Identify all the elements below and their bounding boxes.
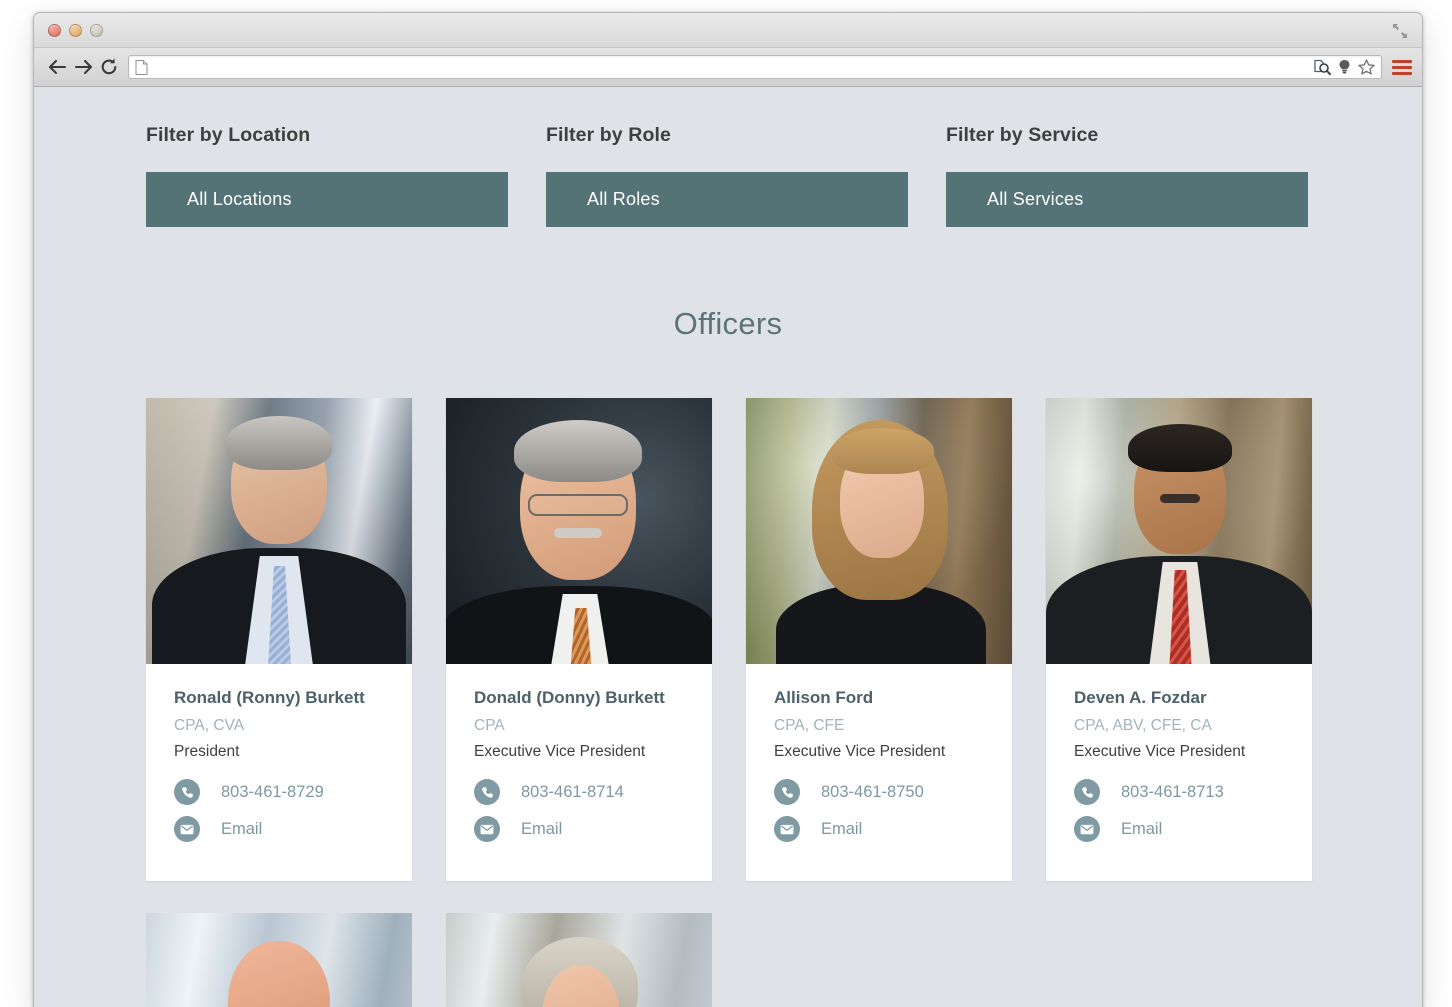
close-window-button[interactable] xyxy=(48,24,61,37)
officer-phone[interactable]: 803-461-8714 xyxy=(521,783,624,802)
desktop-backdrop: Filter by Location All Locations Filter … xyxy=(0,0,1452,1007)
page-title: Officers xyxy=(673,306,783,341)
officer-photo xyxy=(146,398,412,664)
officer-card-grid-next-row xyxy=(34,913,1422,1007)
officer-phone-row[interactable]: 803-461-8750 xyxy=(774,779,984,806)
officer-email-link[interactable]: Email xyxy=(521,820,562,839)
officer-email-link[interactable]: Email xyxy=(1121,820,1162,839)
officer-photo xyxy=(446,398,712,664)
filter-label-role: Filter by Role xyxy=(546,124,671,146)
hamburger-menu-icon[interactable] xyxy=(1392,56,1412,78)
zoom-window-button[interactable] xyxy=(90,24,103,37)
lightbulb-icon[interactable] xyxy=(1338,59,1351,75)
officer-photo xyxy=(746,398,1012,664)
officer-card[interactable]: Allison Ford CPA, CFE Executive Vice Pre… xyxy=(746,398,1012,882)
officer-phone-row[interactable]: 803-461-8713 xyxy=(1074,779,1284,806)
officer-title: President xyxy=(174,743,240,761)
officer-credentials: CPA, ABV, CFE, CA xyxy=(1074,716,1212,734)
officer-photo xyxy=(1046,398,1312,664)
page-content: Filter by Location All Locations Filter … xyxy=(34,87,1422,1007)
filter-label-service: Filter by Service xyxy=(946,124,1099,146)
filter-group-service: Filter by Service All Services xyxy=(946,124,1308,227)
officer-card-grid: Ronald (Ronny) Burkett CPA, CVA Presiden… xyxy=(34,342,1422,882)
officer-email-row[interactable]: Email xyxy=(474,816,684,843)
page-viewport: Filter by Location All Locations Filter … xyxy=(34,87,1422,1007)
officer-card[interactable] xyxy=(146,913,412,1007)
reload-icon[interactable] xyxy=(96,54,122,80)
officer-title: Executive Vice President xyxy=(474,743,646,761)
officer-email-row[interactable]: Email xyxy=(174,816,384,843)
officer-phone[interactable]: 803-461-8750 xyxy=(821,783,924,802)
fullscreen-resize-icon[interactable] xyxy=(1392,23,1408,39)
officer-card[interactable]: Ronald (Ronny) Burkett CPA, CVA Presiden… xyxy=(146,398,412,882)
phone-icon xyxy=(774,779,800,806)
officer-name: Ronald (Ronny) Burkett xyxy=(174,688,365,707)
url-bar[interactable] xyxy=(128,55,1382,79)
phone-icon xyxy=(174,779,200,806)
officer-name: Deven A. Fozdar xyxy=(1074,688,1207,707)
officer-email-link[interactable]: Email xyxy=(821,820,862,839)
browser-window: Filter by Location All Locations Filter … xyxy=(33,12,1423,1007)
officer-details: Donald (Donny) Burkett CPA Executive Vic… xyxy=(446,664,712,881)
officer-title: Executive Vice President xyxy=(1074,743,1246,761)
minimize-window-button[interactable] xyxy=(69,24,82,37)
officer-photo xyxy=(446,913,712,1007)
envelope-icon xyxy=(474,816,500,843)
officer-details: Ronald (Ronny) Burkett CPA, CVA Presiden… xyxy=(146,664,412,881)
officer-name: Allison Ford xyxy=(774,688,874,707)
filter-bar: Filter by Location All Locations Filter … xyxy=(34,87,1422,227)
officer-email-row[interactable]: Email xyxy=(1074,816,1284,843)
browser-toolbar xyxy=(34,48,1422,87)
page-search-icon[interactable] xyxy=(1314,59,1331,75)
filter-group-location: Filter by Location All Locations xyxy=(146,124,508,227)
window-controls xyxy=(48,24,103,37)
officer-card[interactable]: Deven A. Fozdar CPA, ABV, CFE, CA Execut… xyxy=(1046,398,1312,882)
officer-photo xyxy=(146,913,412,1007)
envelope-icon xyxy=(174,816,200,843)
envelope-icon xyxy=(1074,816,1100,843)
filter-select-role[interactable]: All Roles xyxy=(546,172,908,227)
filter-label-location: Filter by Location xyxy=(146,124,311,146)
star-bookmark-icon[interactable] xyxy=(1358,59,1375,75)
officer-phone-row[interactable]: 803-461-8714 xyxy=(474,779,684,806)
officer-email-link[interactable]: Email xyxy=(221,820,262,839)
officer-phone[interactable]: 803-461-8713 xyxy=(1121,783,1224,802)
officer-title: Executive Vice President xyxy=(774,743,946,761)
forward-arrow-icon[interactable] xyxy=(70,54,96,80)
browser-titlebar xyxy=(34,13,1422,48)
officer-phone-row[interactable]: 803-461-8729 xyxy=(174,779,384,806)
filter-select-service[interactable]: All Services xyxy=(946,172,1308,227)
officer-card[interactable]: Donald (Donny) Burkett CPA Executive Vic… xyxy=(446,398,712,882)
page-document-icon xyxy=(135,59,148,75)
officer-credentials: CPA, CVA xyxy=(174,716,245,734)
officer-name: Donald (Donny) Burkett xyxy=(474,688,665,707)
officer-phone[interactable]: 803-461-8729 xyxy=(221,783,324,802)
officer-email-row[interactable]: Email xyxy=(774,816,984,843)
filter-select-location[interactable]: All Locations xyxy=(146,172,508,227)
phone-icon xyxy=(1074,779,1100,806)
officer-credentials: CPA xyxy=(474,716,505,734)
filter-group-role: Filter by Role All Roles xyxy=(546,124,908,227)
urlbar-icons xyxy=(1314,59,1375,75)
officer-card[interactable] xyxy=(446,913,712,1007)
envelope-icon xyxy=(774,816,800,843)
officer-details: Allison Ford CPA, CFE Executive Vice Pre… xyxy=(746,664,1012,881)
back-arrow-icon[interactable] xyxy=(44,54,70,80)
officer-details: Deven A. Fozdar CPA, ABV, CFE, CA Execut… xyxy=(1046,664,1312,881)
officer-credentials: CPA, CFE xyxy=(774,716,845,734)
phone-icon xyxy=(474,779,500,806)
